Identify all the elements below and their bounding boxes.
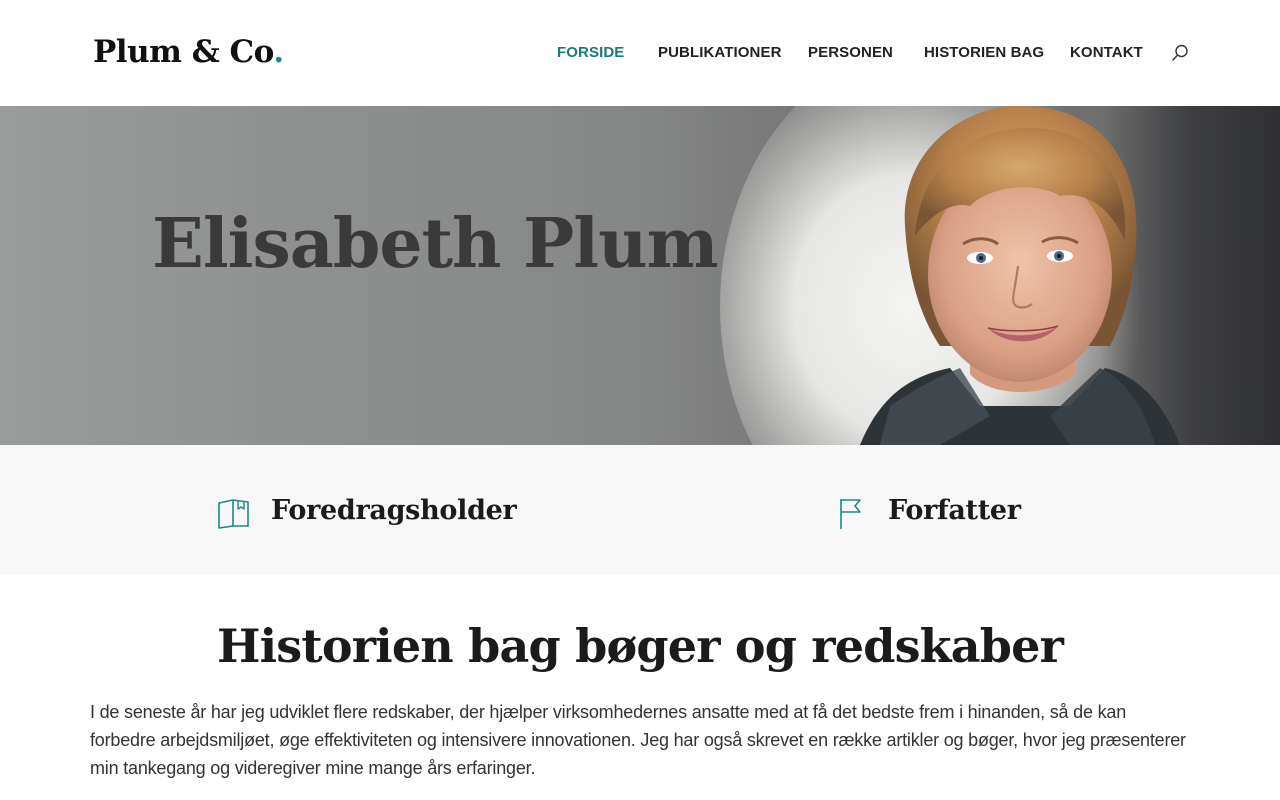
flag-icon [840,499,861,529]
hero-banner: Elisabeth Plum [0,106,1280,445]
nav-item-personen[interactable]: PERSONEN [808,44,893,61]
nav-item-publikationer[interactable]: PUBLIKATIONER [658,44,782,61]
hero-title: Elisabeth Plum [152,204,719,284]
main-navigation: FORSIDE PUBLIKATIONER PERSONEN HISTORIEN… [0,44,1280,64]
intro-paragraph: I de seneste år har jeg udviklet flere r… [90,702,1186,778]
portrait-photo [860,106,1180,445]
site-header: Plum & Co. FORSIDE PUBLIKATIONER PERSONE… [0,0,1280,106]
features-band: Foredragsholder Forfatter [0,445,1280,575]
search-icon[interactable] [1170,43,1190,63]
nav-item-kontakt[interactable]: KONTAKT [1070,44,1143,61]
book-icon [218,499,249,529]
feature-label-foredragsholder: Foredragsholder [271,495,517,526]
main-content: Historien bag bøger og redskaber I de se… [0,575,1280,800]
nav-item-historien-bag[interactable]: HISTORIEN BAG [924,44,1044,61]
nav-item-forside[interactable]: FORSIDE [557,44,624,61]
section-title: Historien bag bøger og redskaber [216,619,1064,673]
feature-label-forfatter: Forfatter [888,495,1021,526]
